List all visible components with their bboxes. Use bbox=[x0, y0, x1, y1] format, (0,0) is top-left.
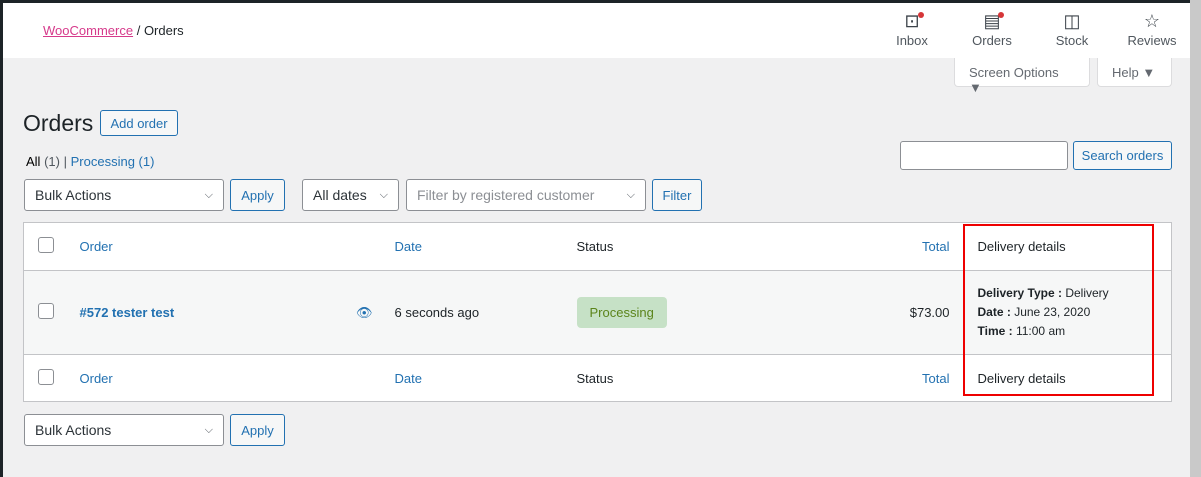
chevron-down-icon: ⌵ bbox=[204, 188, 213, 201]
header-inbox[interactable]: ⊡ Inbox bbox=[882, 11, 942, 48]
chevron-down-icon: ⌵ bbox=[379, 188, 388, 201]
stock-label: Stock bbox=[1055, 33, 1089, 48]
view-all[interactable]: All bbox=[26, 154, 40, 169]
highlight-box bbox=[963, 224, 1154, 396]
status-views: All (1) | Processing (1) bbox=[26, 154, 154, 169]
orders-label: Orders bbox=[972, 33, 1012, 48]
bulk-actions-value: Bulk Actions bbox=[35, 422, 112, 438]
customer-filter-placeholder: Filter by registered customer bbox=[417, 187, 595, 203]
date-filter-value: All dates bbox=[313, 187, 367, 203]
breadcrumb-current: Orders bbox=[143, 23, 184, 38]
select-all-checkbox-footer[interactable] bbox=[38, 368, 54, 385]
footer-column-date[interactable]: Date bbox=[395, 371, 422, 386]
scrollbar[interactable] bbox=[1190, 0, 1201, 477]
screen-options-button[interactable]: Screen Options ▼ bbox=[954, 58, 1090, 95]
bulk-actions-select-bottom[interactable]: Bulk Actions ⌵ bbox=[24, 414, 224, 446]
eye-icon[interactable]: 👁 bbox=[356, 305, 373, 321]
order-link[interactable]: #572 tester test bbox=[80, 305, 175, 320]
chevron-down-icon: ⌵ bbox=[626, 188, 635, 201]
footer-column-total[interactable]: Total bbox=[922, 371, 949, 386]
add-order-button[interactable]: Add order bbox=[100, 110, 178, 136]
customer-filter-select[interactable]: Filter by registered customer ⌵ bbox=[406, 179, 646, 211]
view-processing[interactable]: Processing (1) bbox=[71, 154, 155, 169]
status-badge: Processing bbox=[576, 297, 667, 328]
admin-sidebar-edge bbox=[0, 0, 3, 477]
apply-button-bottom[interactable]: Apply bbox=[230, 414, 285, 446]
bulk-actions-select[interactable]: Bulk Actions ⌵ bbox=[24, 179, 224, 211]
bulk-actions-value: Bulk Actions bbox=[35, 187, 112, 203]
column-order[interactable]: Order bbox=[80, 239, 113, 254]
reviews-label: Reviews bbox=[1127, 33, 1177, 48]
column-total[interactable]: Total bbox=[922, 239, 949, 254]
chevron-down-icon: ⌵ bbox=[204, 423, 213, 436]
view-sep: | bbox=[63, 154, 67, 169]
order-date: 6 seconds ago bbox=[394, 270, 577, 355]
header-stock[interactable]: ◫ Stock bbox=[1042, 11, 1102, 48]
inbox-icon: ⊡ bbox=[882, 11, 942, 33]
inbox-label: Inbox bbox=[896, 33, 928, 48]
search-orders-input[interactable] bbox=[900, 141, 1068, 170]
help-button[interactable]: Help ▼ bbox=[1097, 58, 1172, 87]
date-filter-select[interactable]: All dates ⌵ bbox=[302, 179, 399, 211]
column-date[interactable]: Date bbox=[395, 239, 422, 254]
search-orders-button[interactable]: Search orders bbox=[1073, 141, 1172, 170]
footer-column-order[interactable]: Order bbox=[80, 371, 113, 386]
apply-button[interactable]: Apply bbox=[230, 179, 285, 211]
select-all-checkbox[interactable] bbox=[38, 237, 54, 253]
breadcrumb-sep: / bbox=[136, 23, 141, 38]
star-icon: ☆ bbox=[1143, 11, 1161, 31]
orders-icon: ▤ bbox=[962, 11, 1022, 33]
header-orders[interactable]: ▤ Orders bbox=[962, 11, 1022, 48]
page-title: Orders bbox=[23, 110, 94, 136]
row-checkbox[interactable] bbox=[38, 303, 54, 319]
footer-column-status: Status bbox=[576, 354, 777, 402]
woocommerce-header: WooCommerce / Orders ⊡ Inbox ▤ Orders ◫ Sto… bbox=[3, 3, 1190, 58]
column-status: Status bbox=[576, 222, 777, 271]
header-reviews[interactable]: ☆ Reviews bbox=[1122, 11, 1182, 48]
view-all-count: (1) bbox=[44, 154, 60, 169]
stock-icon: ◫ bbox=[1063, 11, 1081, 31]
breadcrumb-woocommerce[interactable]: WooCommerce bbox=[43, 23, 133, 38]
filter-button[interactable]: Filter bbox=[652, 179, 702, 211]
order-total: $73.00 bbox=[776, 270, 964, 355]
breadcrumb: WooCommerce / Orders bbox=[43, 23, 184, 38]
